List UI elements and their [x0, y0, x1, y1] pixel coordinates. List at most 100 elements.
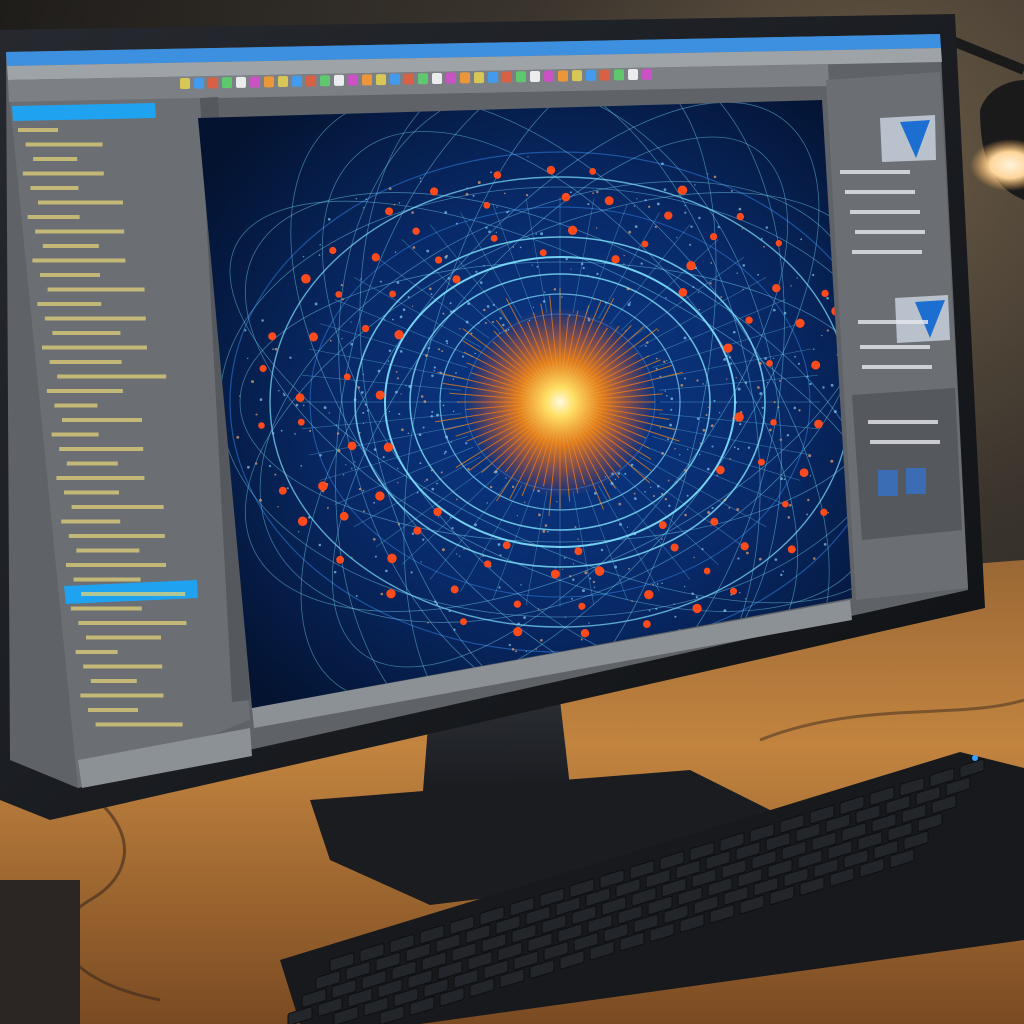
sidebar-item[interactable]	[78, 621, 187, 625]
sidebar-item[interactable]	[18, 128, 58, 132]
toolbar-button-icon[interactable]	[600, 69, 610, 81]
sidebar-item[interactable]	[57, 374, 167, 379]
data-dot	[427, 346, 431, 350]
data-dot	[416, 491, 419, 494]
sidebar-item[interactable]	[38, 200, 123, 205]
data-dot	[738, 207, 742, 211]
sidebar-item[interactable]	[40, 273, 100, 277]
sidebar-item[interactable]	[49, 360, 122, 364]
panel-slider[interactable]	[855, 230, 925, 234]
data-dot	[438, 348, 441, 351]
toolbar-button-icon[interactable]	[432, 72, 442, 84]
panel-slider[interactable]	[868, 420, 938, 424]
sidebar-item[interactable]	[75, 650, 118, 654]
sidebar-item[interactable]	[64, 490, 119, 495]
sidebar-item[interactable]	[46, 389, 123, 393]
data-dot	[614, 565, 618, 569]
panel-slider[interactable]	[858, 320, 928, 324]
toolbar-button-icon[interactable]	[180, 78, 190, 89]
toolbar-button-icon[interactable]	[558, 70, 568, 82]
toolbar-button-icon[interactable]	[544, 70, 554, 82]
sidebar-item[interactable]	[42, 244, 99, 248]
data-dot	[623, 254, 625, 257]
toolbar-button-icon[interactable]	[488, 71, 498, 83]
toolbar-button-icon[interactable]	[390, 73, 400, 85]
sidebar-item[interactable]	[66, 461, 118, 466]
sidebar-item[interactable]	[37, 302, 102, 306]
toolbar-button-icon[interactable]	[586, 69, 596, 81]
toolbar-button-icon[interactable]	[264, 76, 274, 88]
data-dot	[553, 288, 557, 291]
toolbar-button-icon[interactable]	[222, 77, 232, 89]
panel-slider[interactable]	[860, 345, 930, 349]
sidebar-item[interactable]	[68, 534, 165, 538]
toolbar-button-icon[interactable]	[460, 72, 470, 84]
toolbar-button-icon[interactable]	[376, 74, 386, 86]
sidebar-item[interactable]	[70, 606, 142, 611]
toolbar-button-icon[interactable]	[404, 73, 414, 85]
panel-slider[interactable]	[870, 440, 940, 444]
toolbar-button-icon[interactable]	[278, 76, 288, 88]
sidebar-item[interactable]	[95, 722, 183, 727]
sidebar-item[interactable]	[33, 157, 78, 161]
sidebar-item[interactable]	[88, 708, 138, 712]
sidebar-item[interactable]	[86, 635, 161, 640]
toolbar-button-icon[interactable]	[516, 71, 526, 83]
sidebar-item[interactable]	[90, 679, 137, 683]
data-dot	[544, 291, 546, 293]
sidebar-item[interactable]	[73, 577, 141, 582]
sidebar-item[interactable]	[56, 476, 145, 480]
sidebar-item[interactable]	[61, 519, 121, 524]
toolbar-button-icon[interactable]	[208, 77, 218, 89]
data-dot	[790, 285, 792, 287]
sidebar-item[interactable]	[27, 215, 80, 219]
panel-slider[interactable]	[840, 170, 910, 174]
panel-slider[interactable]	[845, 190, 915, 194]
sidebar-item[interactable]	[76, 548, 140, 553]
toolbar-button-icon[interactable]	[502, 71, 512, 83]
sidebar-item[interactable]	[81, 592, 186, 596]
toolbar-button-icon[interactable]	[348, 74, 358, 86]
sidebar-item[interactable]	[25, 142, 103, 147]
toolbar-button-icon[interactable]	[446, 72, 456, 84]
sidebar-item[interactable]	[59, 447, 144, 451]
sidebar-item[interactable]	[51, 432, 99, 437]
toolbar-button-icon[interactable]	[418, 73, 428, 85]
toolbar-button-icon[interactable]	[572, 70, 582, 82]
toolbar-button-icon[interactable]	[530, 71, 540, 82]
sidebar-item[interactable]	[44, 316, 146, 321]
toolbar-button-icon[interactable]	[334, 74, 344, 86]
sidebar-item[interactable]	[52, 331, 121, 335]
sidebar-item[interactable]	[71, 505, 164, 509]
sidebar-item[interactable]	[47, 287, 145, 292]
data-dot	[654, 225, 657, 228]
data-dot	[693, 556, 695, 559]
panel-slider[interactable]	[852, 250, 922, 254]
data-dot	[596, 190, 599, 194]
toolbar-button-icon[interactable]	[194, 77, 204, 89]
toolbar-button-icon[interactable]	[474, 72, 484, 84]
toolbar-button-icon[interactable]	[362, 74, 372, 86]
toolbar-button-icon[interactable]	[320, 75, 330, 87]
sidebar-item[interactable]	[62, 418, 142, 422]
toolbar-button-icon[interactable]	[614, 69, 624, 81]
network-node	[678, 288, 688, 297]
sidebar-item[interactable]	[54, 403, 98, 408]
panel-slider[interactable]	[850, 210, 920, 214]
toolbar-button-icon[interactable]	[236, 76, 246, 88]
sidebar-item[interactable]	[22, 171, 104, 176]
sidebar-item[interactable]	[83, 664, 163, 669]
sidebar-item[interactable]	[42, 345, 147, 350]
sidebar-item[interactable]	[66, 563, 166, 567]
toolbar-button-icon[interactable]	[306, 75, 316, 87]
sidebar-item[interactable]	[35, 229, 125, 234]
sidebar-item[interactable]	[32, 258, 126, 263]
toolbar-button-icon[interactable]	[250, 76, 260, 88]
toolbar-button-icon[interactable]	[642, 68, 652, 80]
panel-slider[interactable]	[862, 365, 932, 369]
toolbar-button-icon[interactable]	[628, 69, 638, 81]
sidebar-item[interactable]	[30, 186, 79, 190]
sidebar-item[interactable]	[80, 693, 164, 698]
toolbar-button-icon[interactable]	[292, 75, 302, 87]
data-dot	[734, 401, 738, 404]
